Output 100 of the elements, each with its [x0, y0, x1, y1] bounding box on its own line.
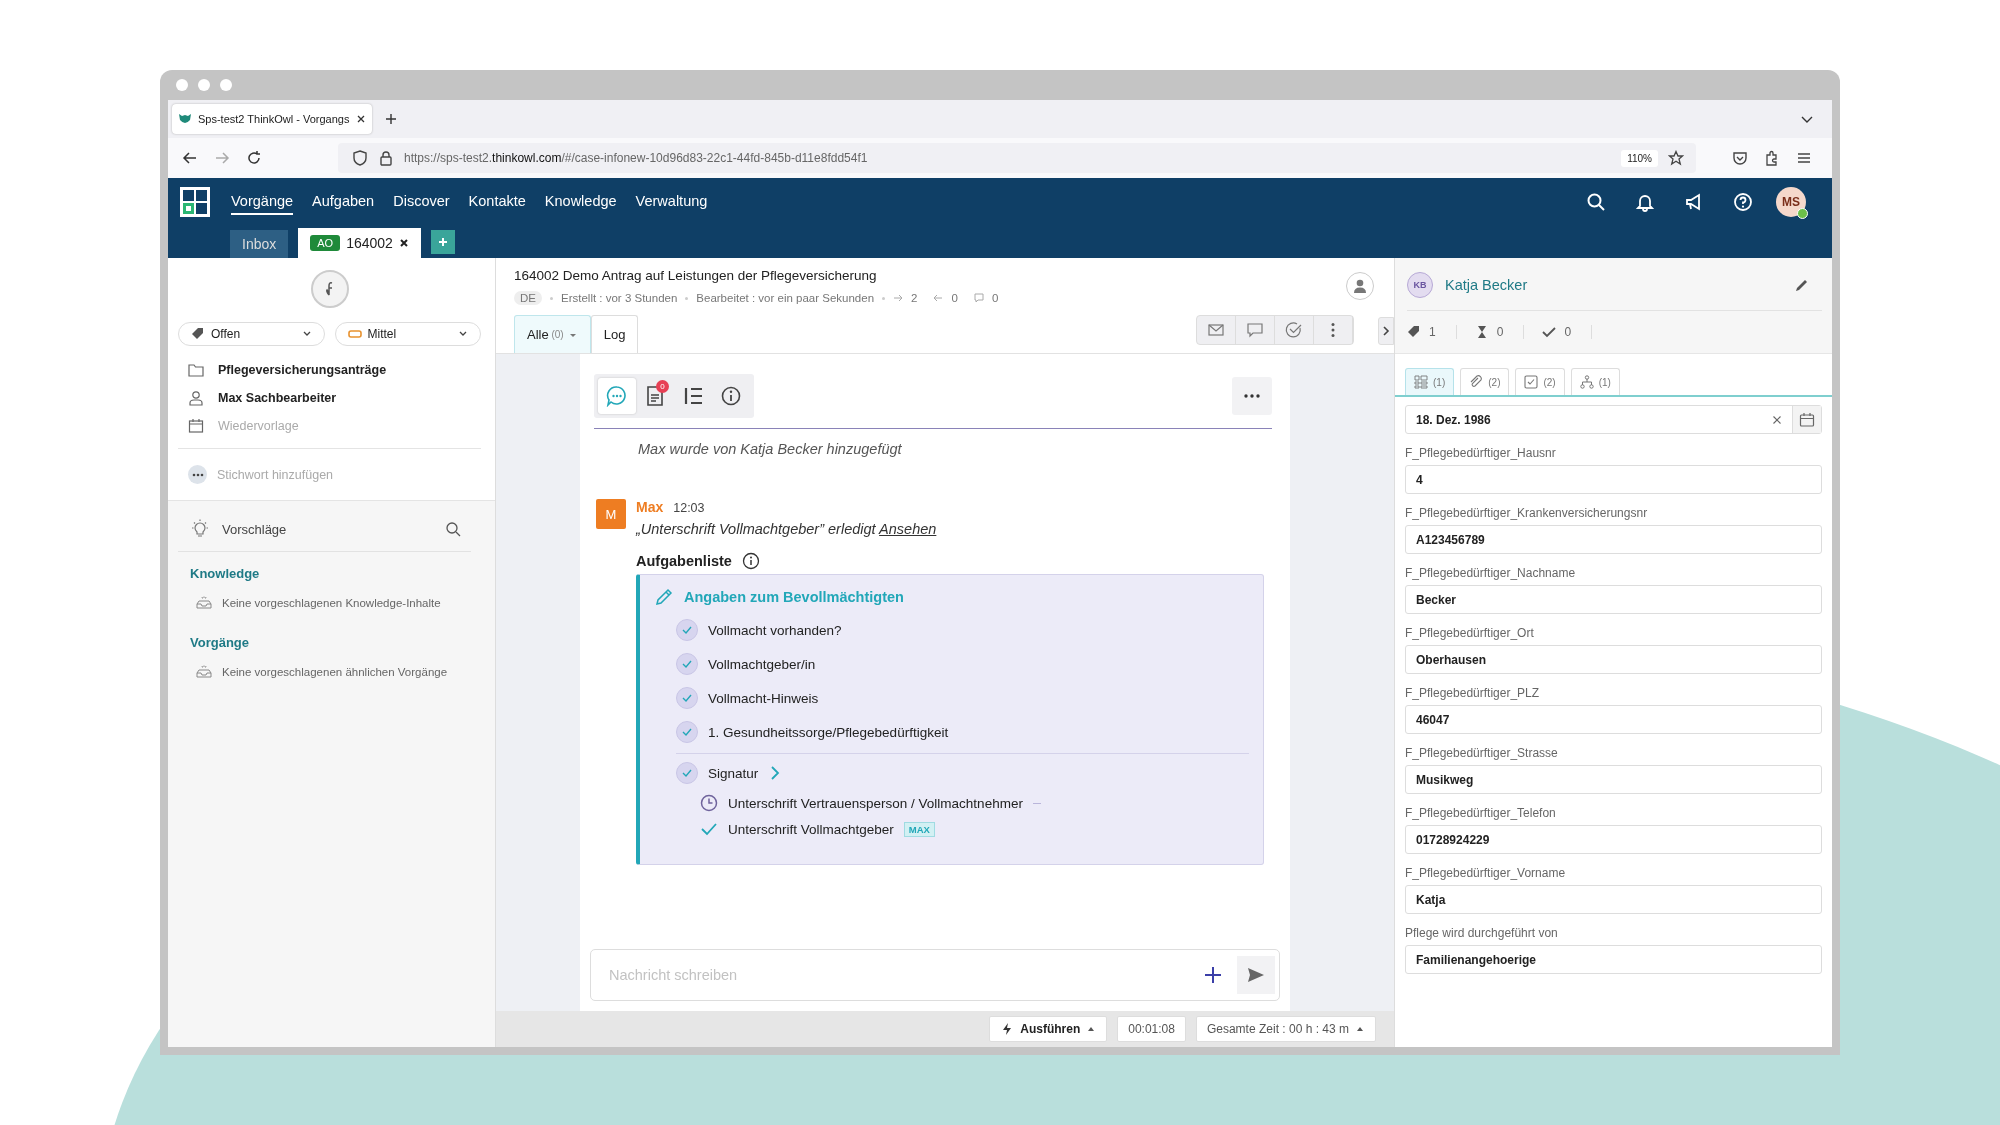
empty-state-text: Keine vorgeschlagenen ähnlichen Vorgänge	[222, 666, 448, 678]
panel-tab[interactable]: (2)	[1515, 368, 1565, 395]
logo-icon[interactable]	[180, 187, 210, 217]
comment-icon	[973, 293, 984, 303]
info-icon[interactable]	[741, 552, 760, 570]
shield-icon	[352, 150, 368, 166]
calendar-icon[interactable]	[1799, 411, 1815, 428]
follow-button[interactable]	[310, 270, 349, 308]
back-icon[interactable]	[182, 150, 198, 166]
rectangle-icon	[347, 327, 362, 341]
text-field[interactable]: Familienangehoerige	[1405, 945, 1822, 974]
add-tab-button[interactable]	[430, 230, 455, 254]
check-icon	[681, 692, 693, 704]
empty-state-text: Keine vorgeschlagenen Knowledge-Inhalte	[222, 597, 441, 609]
help-icon[interactable]	[1733, 192, 1753, 212]
close-icon[interactable]	[356, 114, 366, 124]
panel-tab[interactable]: (2)	[1460, 368, 1510, 395]
puzzle-icon[interactable]	[1764, 150, 1780, 166]
check-icon	[681, 726, 693, 738]
send-button[interactable]	[1237, 956, 1275, 994]
contact-name[interactable]: Katja Becker	[1445, 277, 1528, 293]
text-field[interactable]: Katja	[1405, 885, 1822, 914]
search-icon[interactable]	[1586, 192, 1606, 212]
message-input-field[interactable]: Nachricht schreiben	[607, 966, 1189, 984]
task-group-title: Angaben zum Bevollmächtigten	[684, 589, 904, 605]
nav-item[interactable]: Vorgänge	[231, 189, 294, 215]
text-field[interactable]: Musikweg	[1405, 765, 1822, 794]
panel-tab[interactable]: (1)	[1405, 368, 1455, 395]
field-label: F_Pflegebedürftiger_Strasse	[1405, 746, 1559, 760]
task-checkbox[interactable]	[676, 653, 698, 675]
nav-item[interactable]: Knowledge	[544, 189, 617, 215]
case-tab[interactable]: AO 164002	[298, 228, 421, 258]
task-checkbox[interactable]	[676, 762, 698, 784]
view-tab[interactable]: Log	[590, 315, 639, 353]
outgoing-count: 2	[911, 292, 918, 304]
star-icon[interactable]	[1668, 150, 1684, 166]
reload-icon[interactable]	[246, 150, 262, 166]
nav-item[interactable]: Verwaltung	[635, 189, 708, 215]
task-label: Vollmacht-Hinweis	[708, 690, 819, 706]
browser-tab[interactable]: Sps-test2 ThinkOwl - Vorgangs	[172, 104, 372, 134]
check-icon	[1542, 325, 1557, 339]
text-field[interactable]: 01728924229	[1405, 825, 1822, 854]
search-icon[interactable]	[445, 521, 461, 537]
checkbox-icon	[1524, 375, 1539, 389]
chevron-right-icon	[1381, 326, 1391, 336]
run-button[interactable]: Ausführen	[989, 1016, 1108, 1042]
url-text: https://sps-test2.thinkowl.com/#/case-infonew-10d96d83-22c1-44fd-845b-d11e8fdd54f1	[404, 151, 869, 165]
dash-mark	[1032, 802, 1041, 804]
case-type-badge: AO	[310, 235, 341, 251]
task-checkbox[interactable]	[676, 721, 698, 743]
view-link[interactable]: Ansehen	[879, 521, 937, 537]
message-composer[interactable]: Nachricht schreiben	[590, 949, 1280, 1001]
clear-icon[interactable]	[1772, 414, 1782, 425]
author-name: Max	[636, 499, 664, 515]
nav-item[interactable]: Kontakte	[468, 189, 526, 215]
nav-item[interactable]: Discover	[393, 189, 450, 215]
expand-panel-button[interactable]	[1378, 317, 1394, 345]
grid-list-icon	[1414, 375, 1428, 389]
feed-tab[interactable]: 0	[636, 378, 674, 414]
field-label: F_Pflegebedürftiger_Krankenversicherungsnr	[1405, 506, 1649, 520]
contact-avatar: KB	[1407, 272, 1433, 298]
lock-icon	[378, 150, 394, 166]
view-tab[interactable]: Alle (0)	[514, 315, 591, 353]
text-field[interactable]: 46047	[1405, 705, 1822, 734]
comment-count: 0	[991, 292, 999, 304]
pocket-icon[interactable]	[1732, 150, 1748, 166]
task-label: Vollmachtgeber/in	[708, 656, 816, 672]
nav-item[interactable]: Aufgaben	[312, 189, 375, 215]
menu-icon[interactable]	[1796, 150, 1812, 166]
pencil-icon[interactable]	[1794, 277, 1810, 293]
total-time-button[interactable]: Gesamte Zeit : 00 h : 43 m	[1195, 1016, 1376, 1042]
incoming-count: 0	[951, 292, 958, 304]
count-badge: 0	[656, 380, 669, 393]
case-info-text[interactable]: Pflegeversicherungsanträge	[218, 363, 387, 377]
zoom-level-badge[interactable]: 110%	[1621, 149, 1658, 167]
bell-icon[interactable]	[1635, 192, 1655, 212]
arrow-right-icon	[893, 293, 904, 303]
check-icon	[681, 767, 693, 779]
text-field[interactable]: Becker	[1405, 585, 1822, 614]
case-tab-label: Inbox	[242, 236, 277, 252]
panel-tab[interactable]: (1)	[1570, 368, 1620, 395]
user-avatar[interactable]: MS	[1776, 187, 1806, 217]
more-button[interactable]	[1232, 377, 1272, 415]
section-title: Vorgänge	[189, 634, 250, 652]
plus-icon	[437, 237, 448, 247]
case-info-text[interactable]: Max Sachbearbeiter	[218, 391, 337, 405]
date-field[interactable]: 18. Dez. 1986	[1405, 405, 1822, 434]
close-icon[interactable]	[398, 238, 409, 248]
case-tab[interactable]: Inbox	[230, 230, 289, 258]
task-checkbox[interactable]	[676, 687, 698, 709]
text-field[interactable]: Oberhausen	[1405, 645, 1822, 674]
text-field[interactable]: A123456789	[1405, 525, 1822, 554]
more-icon[interactable]	[188, 465, 207, 484]
send-icon	[1246, 965, 1266, 985]
created-time: Erstellt : vor 3 Stunden	[561, 292, 678, 304]
task-checkbox[interactable]	[676, 619, 698, 641]
new-tab-icon[interactable]	[384, 112, 398, 126]
address-bar[interactable]: https://sps-test2.thinkowl.com/#/case-infonew-10d96d83-22c1-44fd-845b-d11e8fdd54f1 110%	[338, 143, 1696, 173]
text-field[interactable]: 4	[1405, 465, 1822, 494]
plus-icon[interactable]	[1203, 965, 1223, 985]
